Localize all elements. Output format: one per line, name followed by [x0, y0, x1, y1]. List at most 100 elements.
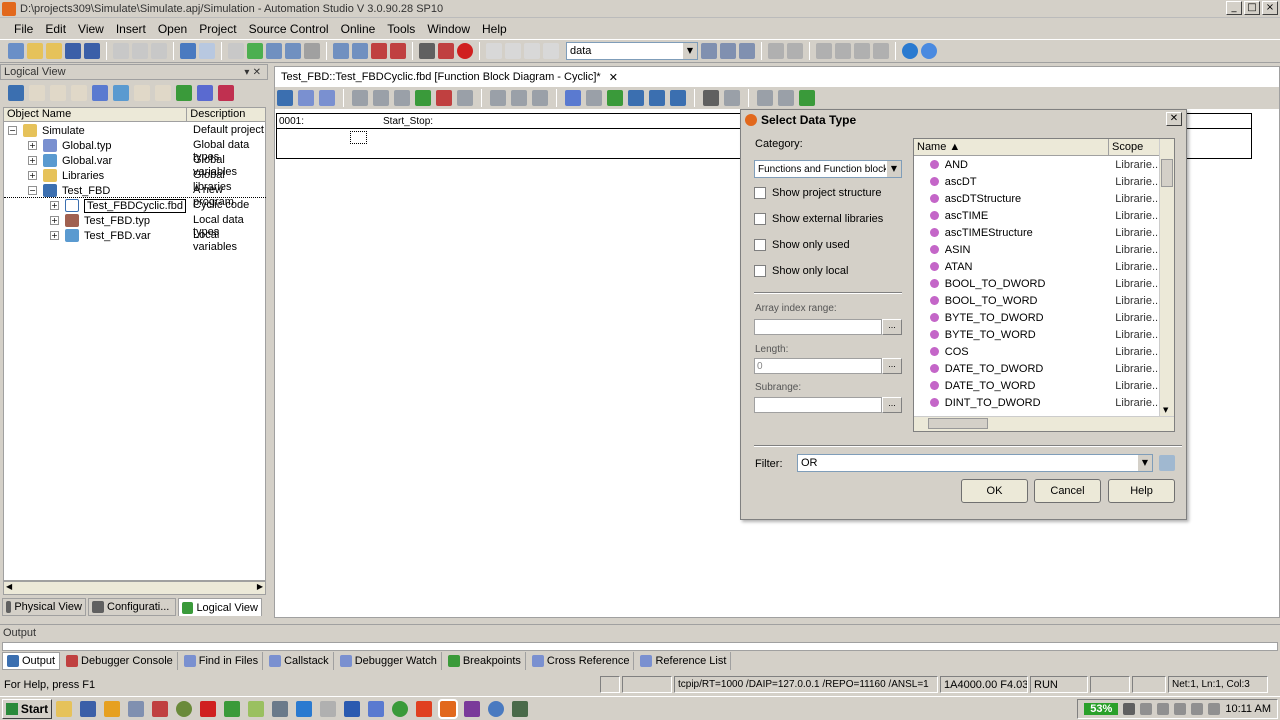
tree-row-test-fbd-typ[interactable]: + Test_FBD.typ: [50, 213, 150, 228]
text-icon[interactable]: [352, 90, 368, 106]
watch-icon[interactable]: [352, 43, 368, 59]
tab-debugger-watch[interactable]: Debugger Watch: [336, 652, 442, 670]
folder-app-icon[interactable]: [104, 700, 120, 717]
help-icon[interactable]: [921, 43, 937, 59]
dropbox-icon[interactable]: [296, 700, 312, 717]
network-icon[interactable]: [1123, 703, 1136, 715]
goto-icon[interactable]: [854, 43, 870, 59]
scroll-thumb[interactable]: [928, 418, 988, 429]
cross-ref-icon[interactable]: [155, 85, 171, 101]
category-select[interactable]: Functions and Function block ▼: [754, 160, 902, 178]
replace-icon[interactable]: [768, 43, 784, 59]
list-item[interactable]: DINT_TO_DWORD Librarie...: [914, 394, 1164, 411]
insert-return-icon[interactable]: [436, 90, 452, 106]
collapse-icon[interactable]: −: [28, 186, 37, 195]
close-tab-icon[interactable]: ✕: [609, 71, 618, 84]
save-app-icon[interactable]: [80, 700, 96, 717]
redo-icon[interactable]: [199, 43, 215, 59]
start-button[interactable]: Start: [2, 698, 52, 719]
col-description[interactable]: Description: [187, 108, 265, 121]
tree-row-simulate[interactable]: − Simulate: [8, 123, 85, 138]
list-item[interactable]: ascTIME Librarie...: [914, 207, 1164, 224]
tab-logical-view[interactable]: Logical View: [178, 598, 262, 616]
tab-breakpoints[interactable]: Breakpoints: [444, 652, 526, 670]
tag-icon[interactable]: [218, 85, 234, 101]
expand-icon[interactable]: +: [28, 156, 37, 165]
ok-button[interactable]: OK: [961, 479, 1028, 503]
undo-icon[interactable]: [180, 43, 196, 59]
insert-fb-icon[interactable]: [415, 90, 431, 106]
dialog-close-button[interactable]: ✕: [1166, 112, 1182, 126]
insert-input-icon[interactable]: [457, 90, 473, 106]
select-icon[interactable]: [565, 90, 581, 106]
menu-help[interactable]: Help: [476, 22, 513, 36]
tool-app-icon[interactable]: [128, 700, 144, 717]
fbd-mode-icon[interactable]: [277, 90, 293, 106]
pdf-icon[interactable]: [200, 700, 216, 717]
monitor-value-icon[interactable]: [757, 90, 773, 106]
reset-icon[interactable]: [532, 90, 548, 106]
app6-icon[interactable]: [368, 700, 384, 717]
menu-view[interactable]: View: [72, 22, 110, 36]
debug-icon[interactable]: [419, 43, 435, 59]
minus-icon[interactable]: [873, 43, 889, 59]
app4-icon[interactable]: [320, 700, 336, 717]
menu-edit[interactable]: Edit: [39, 22, 72, 36]
show-project-structure-checkbox[interactable]: Show project structure: [754, 187, 881, 199]
volume-icon[interactable]: [1208, 703, 1221, 715]
paste-icon[interactable]: [151, 43, 167, 59]
tray-icon[interactable]: [1174, 703, 1187, 715]
list-item[interactable]: DATE_TO_WORD Librarie...: [914, 377, 1164, 394]
show-only-local-checkbox[interactable]: Show only local: [754, 265, 848, 277]
scroll-down-icon[interactable]: ▼: [1163, 406, 1168, 414]
editor-tab[interactable]: Test_FBD::Test_FBDCyclic.fbd [Function B…: [277, 68, 622, 86]
array-index-browse-button[interactable]: ...: [882, 319, 902, 335]
explorer-icon[interactable]: [56, 700, 72, 717]
find-prev-icon[interactable]: [739, 43, 755, 59]
app5-icon[interactable]: [344, 700, 360, 717]
monitor-icon[interactable]: [333, 43, 349, 59]
uncomment-icon[interactable]: [505, 43, 521, 59]
tree-row-global-var[interactable]: + Global.var: [28, 153, 112, 168]
tab-debugger-console[interactable]: Debugger Console: [62, 652, 178, 670]
subrange-browse-button[interactable]: ...: [882, 397, 902, 413]
grid3-icon[interactable]: [670, 90, 686, 106]
cancel-button[interactable]: Cancel: [1034, 479, 1101, 503]
list-item[interactable]: BOOL_TO_WORD Librarie...: [914, 292, 1164, 309]
tab-physical-view[interactable]: Physical View: [2, 598, 86, 616]
box-icon[interactable]: [586, 90, 602, 106]
list-item[interactable]: DATE_TO_DWORD Librarie...: [914, 360, 1164, 377]
scroll-left-icon[interactable]: ◀: [6, 582, 12, 591]
list-item[interactable]: ascTIMEStructure Librarie...: [914, 224, 1164, 241]
package-icon[interactable]: [197, 85, 213, 101]
options2-icon[interactable]: [799, 90, 815, 106]
menu-insert[interactable]: Insert: [110, 22, 152, 36]
negate-icon[interactable]: [490, 90, 506, 106]
menu-project[interactable]: Project: [193, 22, 242, 36]
tray-icon[interactable]: [1157, 703, 1170, 715]
tree-row-cyclic-fbd[interactable]: + Test_FBDCyclic.fbd: [50, 198, 186, 213]
connect-icon[interactable]: [319, 90, 335, 106]
notepad-icon[interactable]: [248, 700, 264, 717]
bookmark-icon[interactable]: [524, 43, 540, 59]
download-icon[interactable]: [371, 43, 387, 59]
panel-controls[interactable]: ▾ ✕: [244, 67, 261, 78]
delete-icon[interactable]: [228, 43, 244, 59]
tree-row-global-typ[interactable]: + Global.typ: [28, 138, 112, 153]
tab-cross-reference[interactable]: Cross Reference: [528, 652, 635, 670]
app3-icon[interactable]: [272, 700, 288, 717]
tab-configuration-view[interactable]: Configurati...: [88, 598, 176, 616]
menu-online[interactable]: Online: [335, 22, 382, 36]
menu-source-control[interactable]: Source Control: [243, 22, 335, 36]
list-item[interactable]: COS Librarie...: [914, 343, 1164, 360]
move-icon[interactable]: [71, 85, 87, 101]
label-icon[interactable]: [394, 90, 410, 106]
expand-icon[interactable]: +: [50, 201, 59, 210]
tree-row-libraries[interactable]: + Libraries: [28, 168, 104, 183]
minimize-button[interactable]: _: [1226, 1, 1242, 15]
scroll-right-icon[interactable]: ▶: [257, 582, 263, 591]
col-name[interactable]: Name ▲: [914, 139, 1109, 155]
menu-file[interactable]: File: [8, 22, 39, 36]
refresh-icon[interactable]: [92, 85, 108, 101]
maximize-button[interactable]: □: [1244, 1, 1260, 15]
